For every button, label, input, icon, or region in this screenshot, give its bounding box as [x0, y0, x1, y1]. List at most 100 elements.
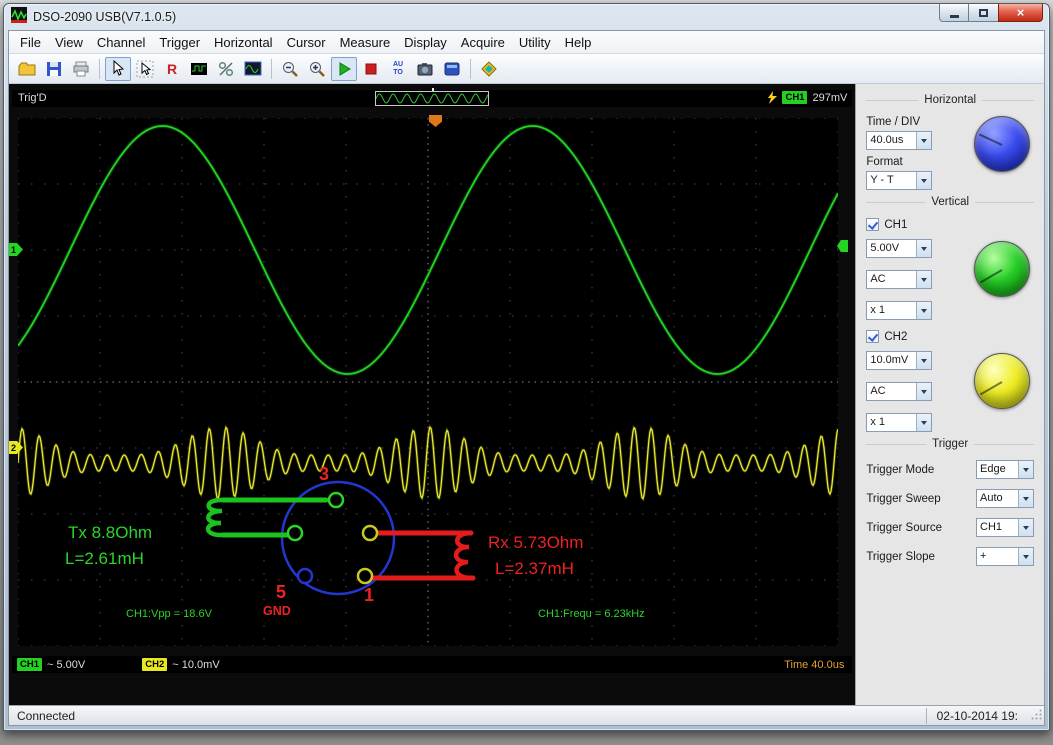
toolbar-separator: [99, 59, 100, 79]
trigger-waveform-icon: [190, 60, 208, 78]
ch1-coupling-select[interactable]: AC: [866, 270, 932, 289]
trigger-sweep-label: Trigger Sweep: [866, 493, 940, 505]
chevron-down-icon[interactable]: [1018, 519, 1033, 536]
plot-row: Tx 8.8Ohm L=2.61mH Rx 5.73Ohm L=2.37mH 3…: [9, 118, 855, 646]
ch2-position-knob[interactable]: [974, 353, 1030, 409]
measure-tool-button[interactable]: [213, 57, 239, 81]
chevron-down-icon[interactable]: [1018, 548, 1033, 565]
time-div-select[interactable]: 40.0us: [866, 131, 932, 150]
save-button[interactable]: [41, 57, 67, 81]
rx-coil: [456, 533, 473, 578]
chevron-down-icon[interactable]: [916, 302, 931, 319]
tx-coil: [208, 500, 223, 535]
chevron-down-icon[interactable]: [1018, 461, 1033, 478]
stop-icon: [362, 60, 380, 78]
scope-bottom-strip: CH1 ~ 5.00V CH2 ~ 10.0mV Time 40.0us: [12, 656, 852, 673]
ch1-controls: 5.00V AC x 1: [866, 235, 1034, 320]
ch2-enable-row: CH2: [866, 330, 1034, 343]
pin-3-label: 3: [319, 464, 329, 484]
connection-status: Connected: [17, 709, 75, 723]
display-window-button[interactable]: [240, 57, 266, 81]
r-tool-button[interactable]: R: [159, 57, 185, 81]
stop-button[interactable]: [358, 57, 384, 81]
menu-utility[interactable]: Utility: [512, 33, 558, 52]
trigger-sweep-select[interactable]: Auto: [976, 489, 1034, 508]
trigger-mode-select[interactable]: Edge: [976, 460, 1034, 479]
menu-measure[interactable]: Measure: [333, 33, 398, 52]
menu-horizontal[interactable]: Horizontal: [207, 33, 280, 52]
ch2-badge[interactable]: CH2: [142, 658, 167, 671]
trigger-slope-label: Trigger Slope: [866, 551, 935, 563]
trigger-level-readout: 297mV: [812, 92, 847, 104]
ch1-probe-select[interactable]: x 1: [866, 301, 932, 320]
horizontal-position-knob[interactable]: [974, 116, 1030, 172]
ch2-checkbox[interactable]: [866, 330, 879, 343]
ch2-probe-select[interactable]: x 1: [866, 413, 932, 432]
ch2-volts-select[interactable]: 10.0mV: [866, 351, 932, 370]
menu-view[interactable]: View: [48, 33, 90, 52]
ch1-volts-select[interactable]: 5.00V: [866, 239, 932, 258]
minimize-button[interactable]: [939, 4, 969, 22]
open-file-button[interactable]: [14, 57, 40, 81]
print-button[interactable]: [68, 57, 94, 81]
titlebar[interactable]: DSO-2090 USB(V7.1.0.5) ×: [8, 4, 1045, 30]
pin-5-circle: [298, 569, 312, 583]
menu-trigger[interactable]: Trigger: [152, 33, 207, 52]
vertical-group-title: Vertical: [866, 196, 1034, 208]
ch2-coupling-select[interactable]: AC: [866, 382, 932, 401]
chevron-down-icon[interactable]: [916, 352, 931, 369]
trigger-slope-select[interactable]: +: [976, 547, 1034, 566]
chevron-down-icon[interactable]: [916, 172, 931, 189]
zoom-out-button[interactable]: [277, 57, 303, 81]
trigger-mode-label: Trigger Mode: [866, 464, 934, 476]
trigger-setup-button[interactable]: [186, 57, 212, 81]
chevron-down-icon[interactable]: [916, 271, 931, 288]
timebase-readout: Time 40.0us: [784, 659, 844, 671]
ch1-position-knob[interactable]: [974, 241, 1030, 297]
menu-display[interactable]: Display: [397, 33, 454, 52]
chevron-down-icon[interactable]: [916, 383, 931, 400]
help-button[interactable]: [476, 57, 502, 81]
menu-cursor[interactable]: Cursor: [280, 33, 333, 52]
app-window: DSO-2090 USB(V7.1.0.5) × File View Chann…: [3, 3, 1050, 731]
ch1-checkbox[interactable]: [866, 218, 879, 231]
trigger-source-badge: CH1: [782, 91, 807, 104]
ch1-checkbox-label: CH1: [884, 219, 907, 231]
horizontal-group: Time / DIV 40.0us Format Y - T: [866, 110, 1034, 190]
zoom-in-button[interactable]: [304, 57, 330, 81]
close-button[interactable]: ×: [998, 4, 1043, 22]
start-button[interactable]: [331, 57, 357, 81]
trigger-readout: CH1 297mV: [768, 91, 847, 104]
format-select[interactable]: Y - T: [866, 171, 932, 190]
chevron-down-icon[interactable]: [916, 240, 931, 257]
snapshot-button[interactable]: [412, 57, 438, 81]
connector-diagram-overlay: Tx 8.8Ohm L=2.61mH Rx 5.73Ohm L=2.37mH 3…: [65, 464, 645, 620]
menu-channel[interactable]: Channel: [90, 33, 152, 52]
menu-acquire[interactable]: Acquire: [454, 33, 512, 52]
toolbar-separator: [271, 59, 272, 79]
rx-label-line1: Rx 5.73Ohm: [488, 533, 583, 552]
trigger-sweep-row: Trigger Sweep Auto: [866, 489, 1034, 508]
auto-text-icon: AUTO: [393, 61, 403, 76]
cursor-track-button[interactable]: [132, 57, 158, 81]
ch2-checkbox-label: CH2: [884, 331, 907, 343]
panel-display-button[interactable]: [439, 57, 465, 81]
menu-help[interactable]: Help: [558, 33, 599, 52]
resize-grip-icon[interactable]: [1030, 708, 1043, 724]
menu-file[interactable]: File: [13, 33, 48, 52]
r-icon: R: [167, 62, 177, 76]
chevron-down-icon[interactable]: [916, 414, 931, 431]
track-cursor-icon: [136, 60, 154, 78]
ch1-badge[interactable]: CH1: [17, 658, 42, 671]
autoset-button[interactable]: AUTO: [385, 57, 411, 81]
cursor-select-button[interactable]: [105, 57, 131, 81]
ch2-readout-group: CH2 ~ 10.0mV: [142, 658, 219, 671]
trigger-level-marker[interactable]: [837, 240, 848, 252]
ch2-controls: 10.0mV AC x 1: [866, 347, 1034, 432]
trigger-source-select[interactable]: CH1: [976, 518, 1034, 537]
chevron-down-icon[interactable]: [1018, 490, 1033, 507]
waveform-preview[interactable]: [375, 91, 489, 106]
pin-3-circle: [329, 493, 343, 507]
chevron-down-icon[interactable]: [916, 132, 931, 149]
maximize-button[interactable]: [969, 4, 998, 22]
